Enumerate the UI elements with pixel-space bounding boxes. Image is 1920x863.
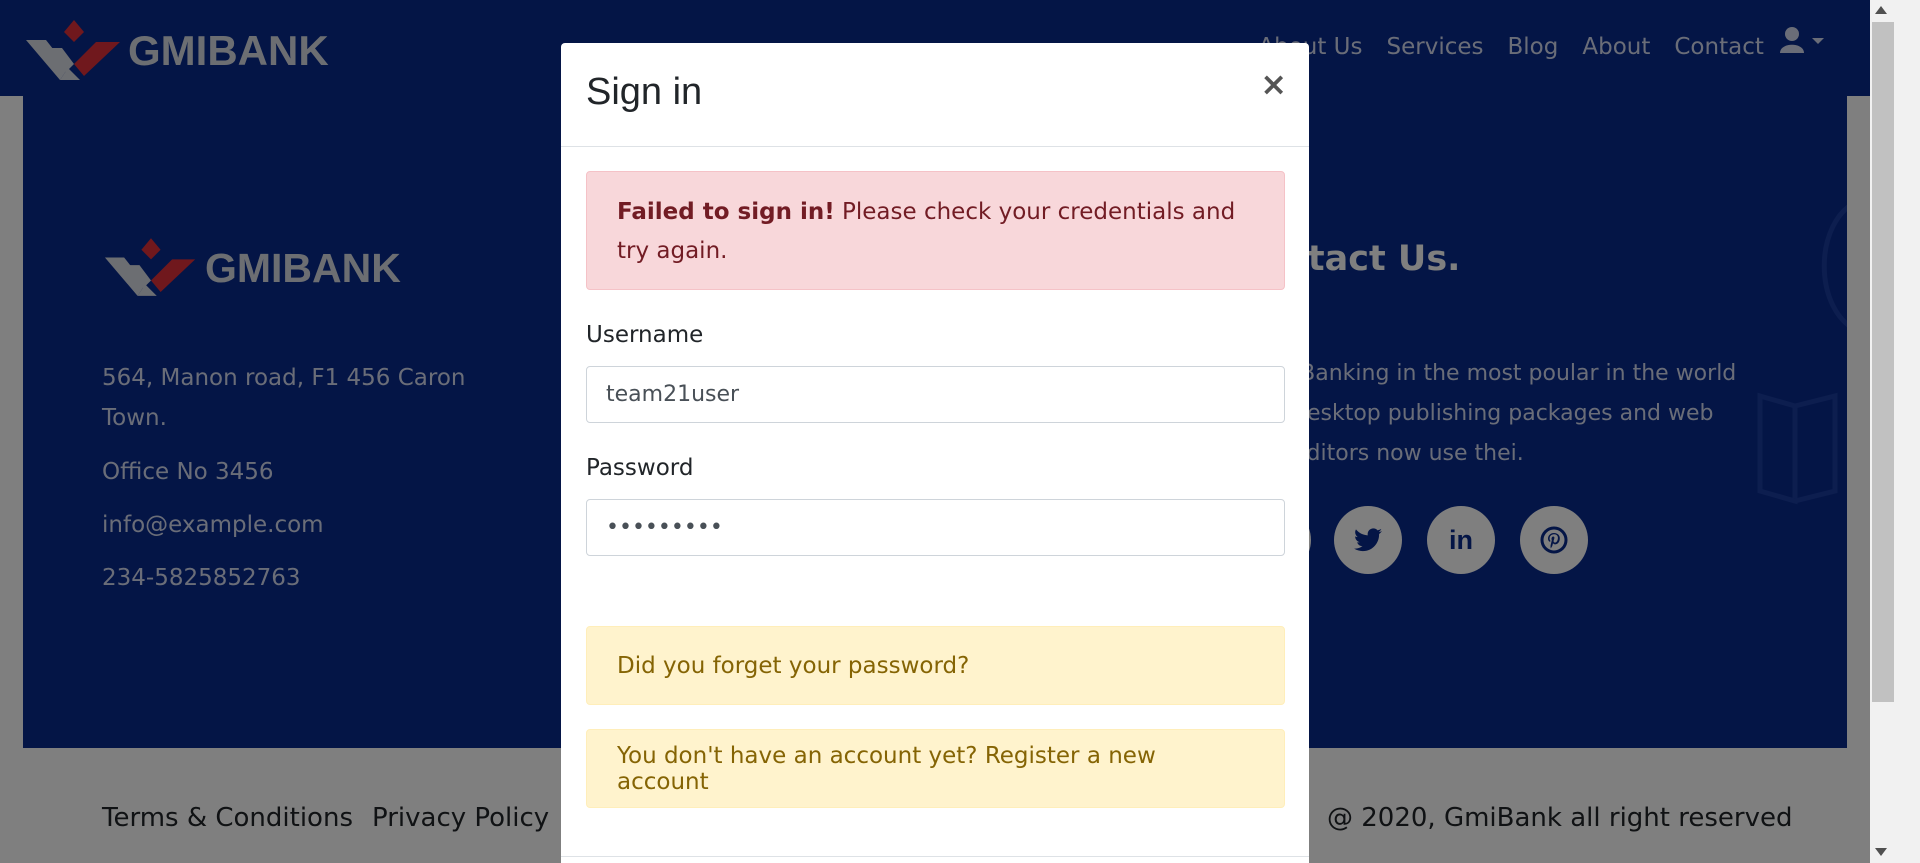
forgot-password-link[interactable]: Did you forget your password? [617, 653, 969, 679]
modal-title: Sign in [586, 71, 703, 113]
scroll-up-icon[interactable] [1874, 4, 1888, 16]
register-alert: You don't have an account yet? Register … [586, 729, 1285, 808]
close-icon[interactable]: × [1260, 65, 1287, 103]
modal-footer-divider [561, 856, 1309, 857]
username-label: Username [586, 322, 704, 348]
error-strong-text: Failed to sign in! [617, 199, 835, 225]
password-label: Password [586, 455, 694, 481]
password-input[interactable] [586, 499, 1285, 556]
modal-header: Sign in × [561, 43, 1309, 147]
sign-in-modal: Sign in × Failed to sign in! Please chec… [561, 43, 1309, 863]
sign-in-error-alert: Failed to sign in! Please check your cre… [586, 171, 1285, 290]
page-scrollbar[interactable] [1870, 0, 1920, 863]
register-link[interactable]: You don't have an account yet? Register … [617, 743, 1254, 795]
scrollbar-thumb[interactable] [1872, 22, 1894, 702]
username-input[interactable] [586, 366, 1285, 423]
scroll-down-icon[interactable] [1874, 846, 1888, 858]
forgot-password-alert: Did you forget your password? [586, 626, 1285, 705]
